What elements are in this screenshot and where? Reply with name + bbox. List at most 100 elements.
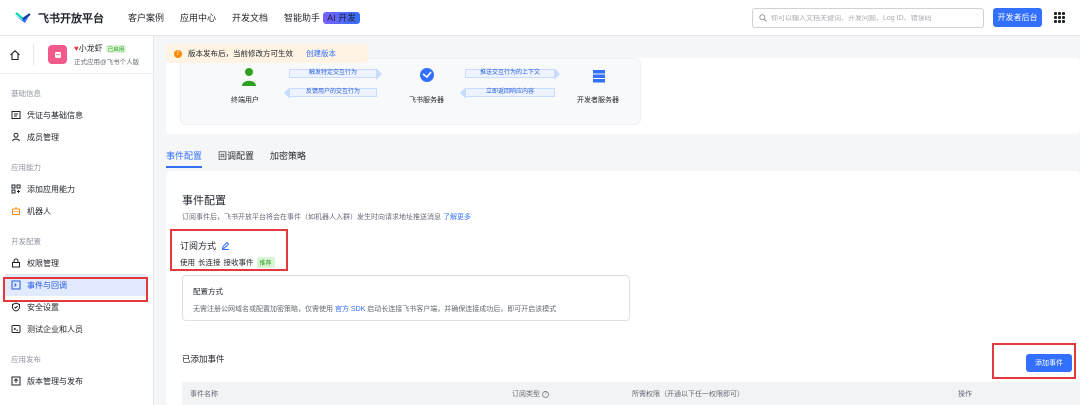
node-developer-server: 开发者服务器: [577, 97, 619, 104]
sub-prefix: 使用: [180, 258, 195, 267]
home-icon[interactable]: [9, 49, 21, 61]
sidebar-item-label: 安全设置: [27, 302, 59, 312]
nav-link-app-center[interactable]: 应用中心: [180, 11, 216, 24]
arrow-return-response: 立即返回响应内容: [460, 87, 555, 99]
node-feishu-server: 飞书服务器: [409, 97, 444, 104]
divider: [33, 43, 34, 66]
sidebar-section-capabilities: 应用能力: [11, 162, 41, 172]
search-input[interactable]: [771, 14, 981, 22]
ai-badge: AI 开发: [323, 12, 361, 24]
interaction-diagram: 终端用户 触发特定交互行为 反馈用户的交互行为 飞书服务器 推送交互行为的上下文…: [180, 58, 641, 125]
lobster-icon: [54, 51, 61, 58]
add-event-button[interactable]: 添加事件: [1026, 354, 1072, 372]
grid-icon: [11, 184, 21, 194]
nav-link-assistant-label: 智能助手: [284, 13, 321, 23]
sidebar-item-label: 测试企业和人员: [27, 324, 83, 334]
banner-text: 版本发布后，当前修改方可生效: [188, 49, 293, 58]
config-method-title: 配置方式: [193, 287, 223, 296]
feishu-server-icon: [420, 68, 434, 82]
cfg-desc-1: 无需注册公网域名或配置加密策略，仅需使用: [193, 306, 333, 313]
highlight-box: [3, 277, 148, 302]
apps-grid-icon[interactable]: [1054, 12, 1065, 23]
config-method-box: 配置方式 无需注册公网域名或配置加密策略，仅需使用 官方 SDK 启动长连接飞书…: [182, 275, 630, 321]
arrow-feedback: 反馈用户的交互行为: [284, 87, 377, 99]
column-subscription-type-label: 订阅类型: [512, 391, 540, 398]
top-navigation: 飞书开放平台 客户案例 应用中心 开发文档 智能助手AI 开发 开发者后台: [0, 0, 1080, 36]
tab-bar: 事件配置 回调配置 加密策略: [166, 144, 1080, 168]
panel-description: 订阅事件后，飞书开放平台将会在事件（如机器人入群）发生时向请求地址推送消息 了解…: [182, 212, 471, 222]
panel-description-text: 订阅事件后，飞书开放平台将会在事件（如机器人入群）发生时向请求地址推送消息: [182, 214, 441, 221]
app-subtitle: 正式应用@飞书个人版: [74, 59, 140, 66]
sidebar-item-label: 成员管理: [27, 132, 59, 142]
sidebar-section-dev-config: 开发配置: [11, 236, 41, 246]
user-icon: [242, 68, 256, 86]
column-event-name: 事件名称: [190, 391, 218, 398]
app-status-badge: 已启用: [105, 44, 127, 53]
lock-icon: [12, 258, 20, 268]
sidebar-item-robot[interactable]: 机器人: [0, 200, 153, 222]
warning-icon: !: [174, 49, 182, 58]
sidebar-item-test-users[interactable]: 测试企业和人员: [0, 318, 153, 340]
sidebar-item-label: 机器人: [27, 206, 51, 216]
app-header: ♥ 小龙虾 已启用 正式应用@飞书个人版: [0, 36, 153, 74]
sidebar-section-publish: 应用发布: [11, 354, 41, 364]
arrow-push-context: 推送交互行为的上下文: [465, 68, 560, 80]
config-method-desc: 无需注册公网域名或配置加密策略，仅需使用 官方 SDK 启动长连接飞书客户端，并…: [193, 304, 556, 314]
shield-icon: [12, 302, 20, 312]
column-actions: 操作: [958, 391, 972, 398]
nav-link-cases[interactable]: 客户案例: [128, 11, 164, 24]
search-icon: [759, 14, 767, 22]
sub-suffix: 接收事件: [223, 258, 254, 267]
robot-icon: [12, 207, 20, 215]
panel-title: 事件配置: [182, 195, 226, 207]
sidebar-item-add-capability[interactable]: 添加应用能力: [0, 178, 153, 200]
help-icon[interactable]: ?: [542, 390, 549, 398]
app-name[interactable]: 小龙虾: [79, 43, 103, 54]
credential-icon: [11, 111, 21, 119]
brand[interactable]: 飞书开放平台: [12, 10, 104, 26]
search-box[interactable]: [752, 8, 984, 28]
column-permissions: 所需权限（开通以下任一权限即可）: [632, 391, 744, 398]
interaction-diagram-card: 终端用户 触发特定交互行为 反馈用户的交互行为 飞书服务器 推送交互行为的上下文…: [166, 58, 1080, 134]
feishu-logo-icon: [14, 11, 31, 23]
brand-name: 飞书开放平台: [38, 12, 104, 25]
official-sdk-link[interactable]: 官方 SDK: [335, 306, 365, 313]
create-version-link[interactable]: 创建版本: [306, 48, 336, 59]
sidebar-item-permissions[interactable]: 权限管理: [0, 252, 153, 274]
sidebar-item-label: 添加应用能力: [27, 184, 75, 194]
sidebar: ♥ 小龙虾 已启用 正式应用@飞书个人版 基础信息 凭证与基础信息 成员管理 应…: [0, 36, 154, 405]
tab-encryption[interactable]: 加密策略: [270, 144, 306, 166]
sidebar-section-basic: 基础信息: [11, 88, 41, 98]
subscription-method-value: 使用 长连接 接收事件 推荐: [180, 257, 275, 268]
developer-console-button[interactable]: 开发者后台: [993, 8, 1042, 27]
nav-link-assistant[interactable]: 智能助手 AI 开发: [284, 11, 361, 24]
tab-callback-config[interactable]: 回调配置: [218, 144, 254, 166]
events-table-header: 事件名称 订阅类型? 所需权限（开通以下任一权限即可） 操作: [182, 382, 1080, 405]
sidebar-item-version-publish[interactable]: 版本管理与发布: [0, 370, 153, 392]
tab-event-config[interactable]: 事件配置: [166, 144, 203, 168]
sidebar-item-label: 权限管理: [27, 258, 59, 268]
sidebar-item-label: 凭证与基础信息: [27, 110, 83, 120]
column-subscription-type: 订阅类型?: [512, 389, 549, 399]
sidebar-item-members[interactable]: 成员管理: [0, 126, 153, 148]
edit-icon[interactable]: [221, 241, 230, 250]
added-events-title: 已添加事件: [182, 354, 225, 364]
recommended-badge: 推荐: [256, 257, 275, 268]
publish-icon: [11, 376, 21, 386]
arrow-trigger: 触发特定交互行为: [289, 68, 382, 80]
test-icon: [11, 325, 21, 333]
sidebar-item-credentials[interactable]: 凭证与基础信息: [0, 104, 153, 126]
learn-more-link[interactable]: 了解更多: [443, 214, 471, 221]
event-config-panel: 事件配置 订阅事件后，飞书开放平台将会在事件（如机器人入群）发生时向请求地址推送…: [166, 171, 1080, 405]
node-end-user: 终端用户: [231, 97, 259, 104]
version-banner: ! 版本发布后，当前修改方可生效 创建版本: [166, 44, 368, 63]
member-icon: [12, 132, 20, 142]
subscription-method-label: 订阅方式: [180, 241, 217, 251]
nav-link-docs[interactable]: 开发文档: [232, 11, 268, 24]
cfg-desc-2: 启动长连接飞书客户端，并确保连接成功后，即可开启该模式: [367, 306, 557, 313]
subscription-method-title: 订阅方式: [180, 239, 230, 252]
app-avatar: [48, 45, 67, 64]
developer-server-icon: [593, 70, 605, 83]
sub-method: 长连接: [198, 258, 221, 267]
sidebar-item-label: 版本管理与发布: [27, 376, 83, 386]
